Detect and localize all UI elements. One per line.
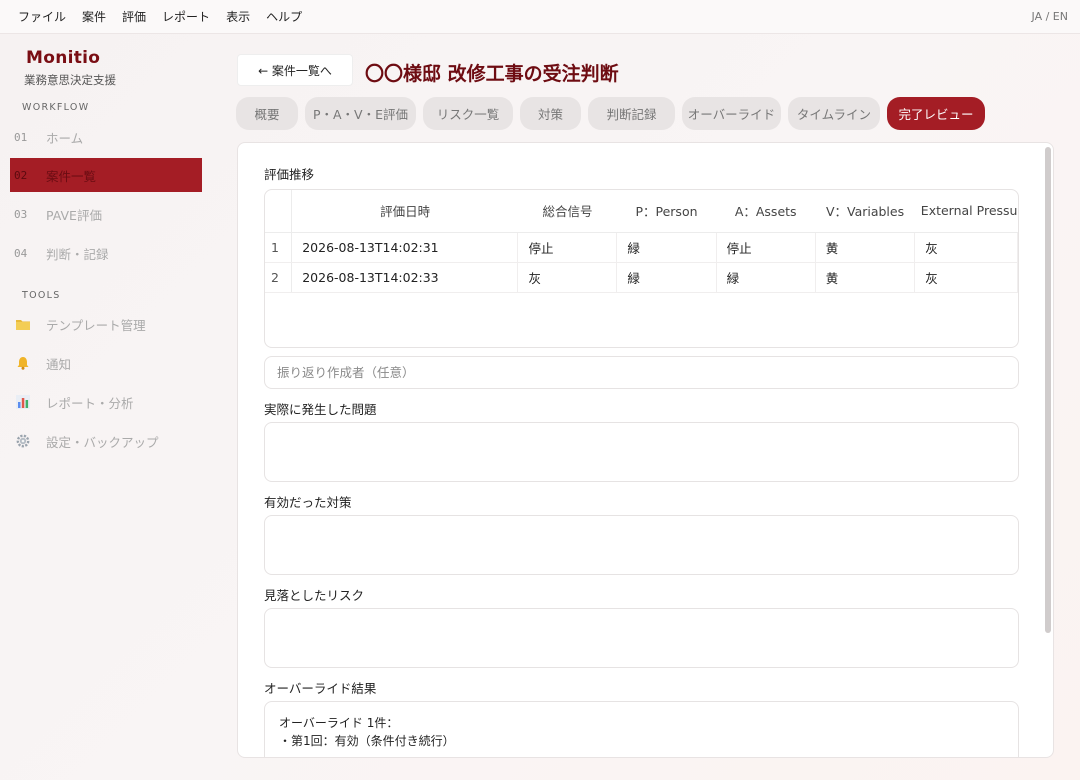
- tab-timeline[interactable]: タイムライン: [788, 97, 880, 130]
- table-cell: 2: [265, 262, 293, 293]
- tab-completion-review[interactable]: 完了レビュー: [887, 97, 985, 130]
- sidebar-item-reports[interactable]: レポート・分析: [10, 385, 202, 419]
- sidebar-item-settings[interactable]: 設定・バックアップ: [10, 424, 202, 458]
- sidebar-item-case-list[interactable]: 02 案件一覧: [10, 158, 202, 192]
- history-grid: 評価日時 総合信号 P：Person A：Assets V：Variables …: [265, 190, 1018, 293]
- history-label: 評価推移: [264, 167, 315, 182]
- back-to-list-button[interactable]: ← 案件一覧へ: [237, 54, 353, 86]
- tools-section-label: TOOLS: [22, 290, 61, 301]
- menu-case[interactable]: 案件: [74, 8, 114, 25]
- menu-report[interactable]: レポート: [154, 8, 218, 25]
- table-cell: 2026-08-13T14:02:31: [291, 232, 519, 263]
- nav-number: 03: [14, 207, 28, 221]
- bar-chart-icon: [14, 394, 46, 410]
- nav-label: 通知: [46, 356, 72, 372]
- menu-evaluation[interactable]: 評価: [114, 8, 154, 25]
- override-summary-line: オーバーライド 1件：: [279, 716, 399, 730]
- sidebar-item-home[interactable]: 01 ホーム: [10, 120, 202, 154]
- sidebar-item-pave[interactable]: 03 PAVE評価: [10, 197, 202, 231]
- table-cell: 停止: [716, 232, 816, 263]
- table-cell: 灰: [914, 262, 1018, 293]
- table-cell: 緑: [616, 232, 717, 263]
- override-detail-line: ・第1回：有効（条件付き続行）: [279, 734, 455, 748]
- column-header[interactable]: A：Assets: [716, 190, 816, 233]
- review-panel: 評価推移 評価日時 総合信号 P：Person A：Assets V：Varia…: [237, 142, 1054, 758]
- override-result-textarea[interactable]: オーバーライド 1件： ・第1回：有効（条件付き続行）: [264, 701, 1019, 757]
- column-header: [265, 190, 293, 233]
- bell-icon: [14, 355, 46, 371]
- table-cell: 黄: [815, 262, 916, 293]
- tab-overview[interactable]: 概要: [236, 97, 298, 130]
- tab-risk-list[interactable]: リスク一覧: [423, 97, 513, 130]
- missed-risks-label: 見落としたリスク: [264, 588, 365, 603]
- nav-number: 04: [14, 246, 28, 260]
- nav-label: テンプレート管理: [46, 317, 146, 333]
- menu-view[interactable]: 表示: [218, 8, 258, 25]
- table-cell: 灰: [914, 232, 1018, 263]
- workflow-section-label: WORKFLOW: [22, 102, 90, 113]
- review-author-input[interactable]: [264, 356, 1019, 389]
- tab-decision-record[interactable]: 判断記録: [588, 97, 675, 130]
- table-cell: 停止: [517, 232, 618, 263]
- table-row[interactable]: 2 2026-08-13T14:02:33 灰 緑 緑 黄 灰: [265, 262, 1018, 293]
- table-header-row: 評価日時 総合信号 P：Person A：Assets V：Variables …: [265, 190, 1018, 233]
- nav-number: 02: [14, 168, 28, 182]
- page-title: 〇〇様邸 改修工事の受注判断: [365, 63, 619, 85]
- column-header[interactable]: External Pressu: [914, 190, 1018, 233]
- problems-label: 実際に発生した問題: [264, 402, 377, 417]
- nav-label: PAVE評価: [46, 207, 102, 223]
- table-cell: 緑: [616, 262, 717, 293]
- nav-label: 設定・バックアップ: [46, 434, 159, 450]
- tab-countermeasures[interactable]: 対策: [520, 97, 581, 130]
- problems-textarea[interactable]: [264, 422, 1019, 482]
- menu-bar: ファイル 案件 評価 レポート 表示 ヘルプ JA / EN: [0, 0, 1080, 34]
- menu-help[interactable]: ヘルプ: [258, 8, 310, 25]
- sidebar-item-templates[interactable]: テンプレート管理: [10, 307, 202, 341]
- column-header[interactable]: 評価日時: [291, 190, 518, 233]
- evaluation-history-table: 評価日時 総合信号 P：Person A：Assets V：Variables …: [264, 189, 1019, 348]
- tab-override[interactable]: オーバーライド: [682, 97, 781, 130]
- nav-label: 案件一覧: [46, 168, 97, 184]
- table-cell: 黄: [815, 232, 916, 263]
- menu-file[interactable]: ファイル: [10, 8, 74, 25]
- sidebar-item-decision[interactable]: 04 判断・記録: [10, 236, 202, 270]
- brand-subtitle: 業務意思決定支援: [24, 73, 116, 87]
- column-header[interactable]: 総合信号: [517, 190, 617, 233]
- table-cell: 灰: [517, 262, 618, 293]
- folder-icon: [14, 316, 46, 332]
- gear-icon: [14, 433, 46, 449]
- nav-number: 01: [14, 130, 28, 144]
- table-cell: 2026-08-13T14:02:33: [291, 262, 519, 293]
- column-header[interactable]: V：Variables: [815, 190, 915, 233]
- effective-measures-label: 有効だった対策: [264, 495, 352, 510]
- scrollbar[interactable]: [1045, 147, 1051, 633]
- language-switch[interactable]: JA / EN: [1032, 10, 1068, 23]
- missed-risks-textarea[interactable]: [264, 608, 1019, 668]
- nav-label: ホーム: [46, 130, 84, 146]
- sidebar: Monitio 業務意思決定支援 WORKFLOW 01 ホーム 02 案件一覧…: [0, 34, 212, 780]
- sidebar-item-notifications[interactable]: 通知: [10, 346, 202, 380]
- tab-pave-evaluation[interactable]: P・A・V・E評価: [305, 97, 416, 130]
- column-header[interactable]: P：Person: [616, 190, 717, 233]
- brand-logo: Monitio: [26, 48, 101, 68]
- effective-measures-textarea[interactable]: [264, 515, 1019, 575]
- override-result-label: オーバーライド結果: [264, 681, 377, 696]
- table-cell: 1: [265, 232, 293, 263]
- nav-label: レポート・分析: [46, 395, 134, 411]
- table-row[interactable]: 1 2026-08-13T14:02:31 停止 緑 停止 黄 灰: [265, 232, 1018, 263]
- nav-label: 判断・記録: [46, 246, 109, 262]
- table-cell: 緑: [716, 262, 816, 293]
